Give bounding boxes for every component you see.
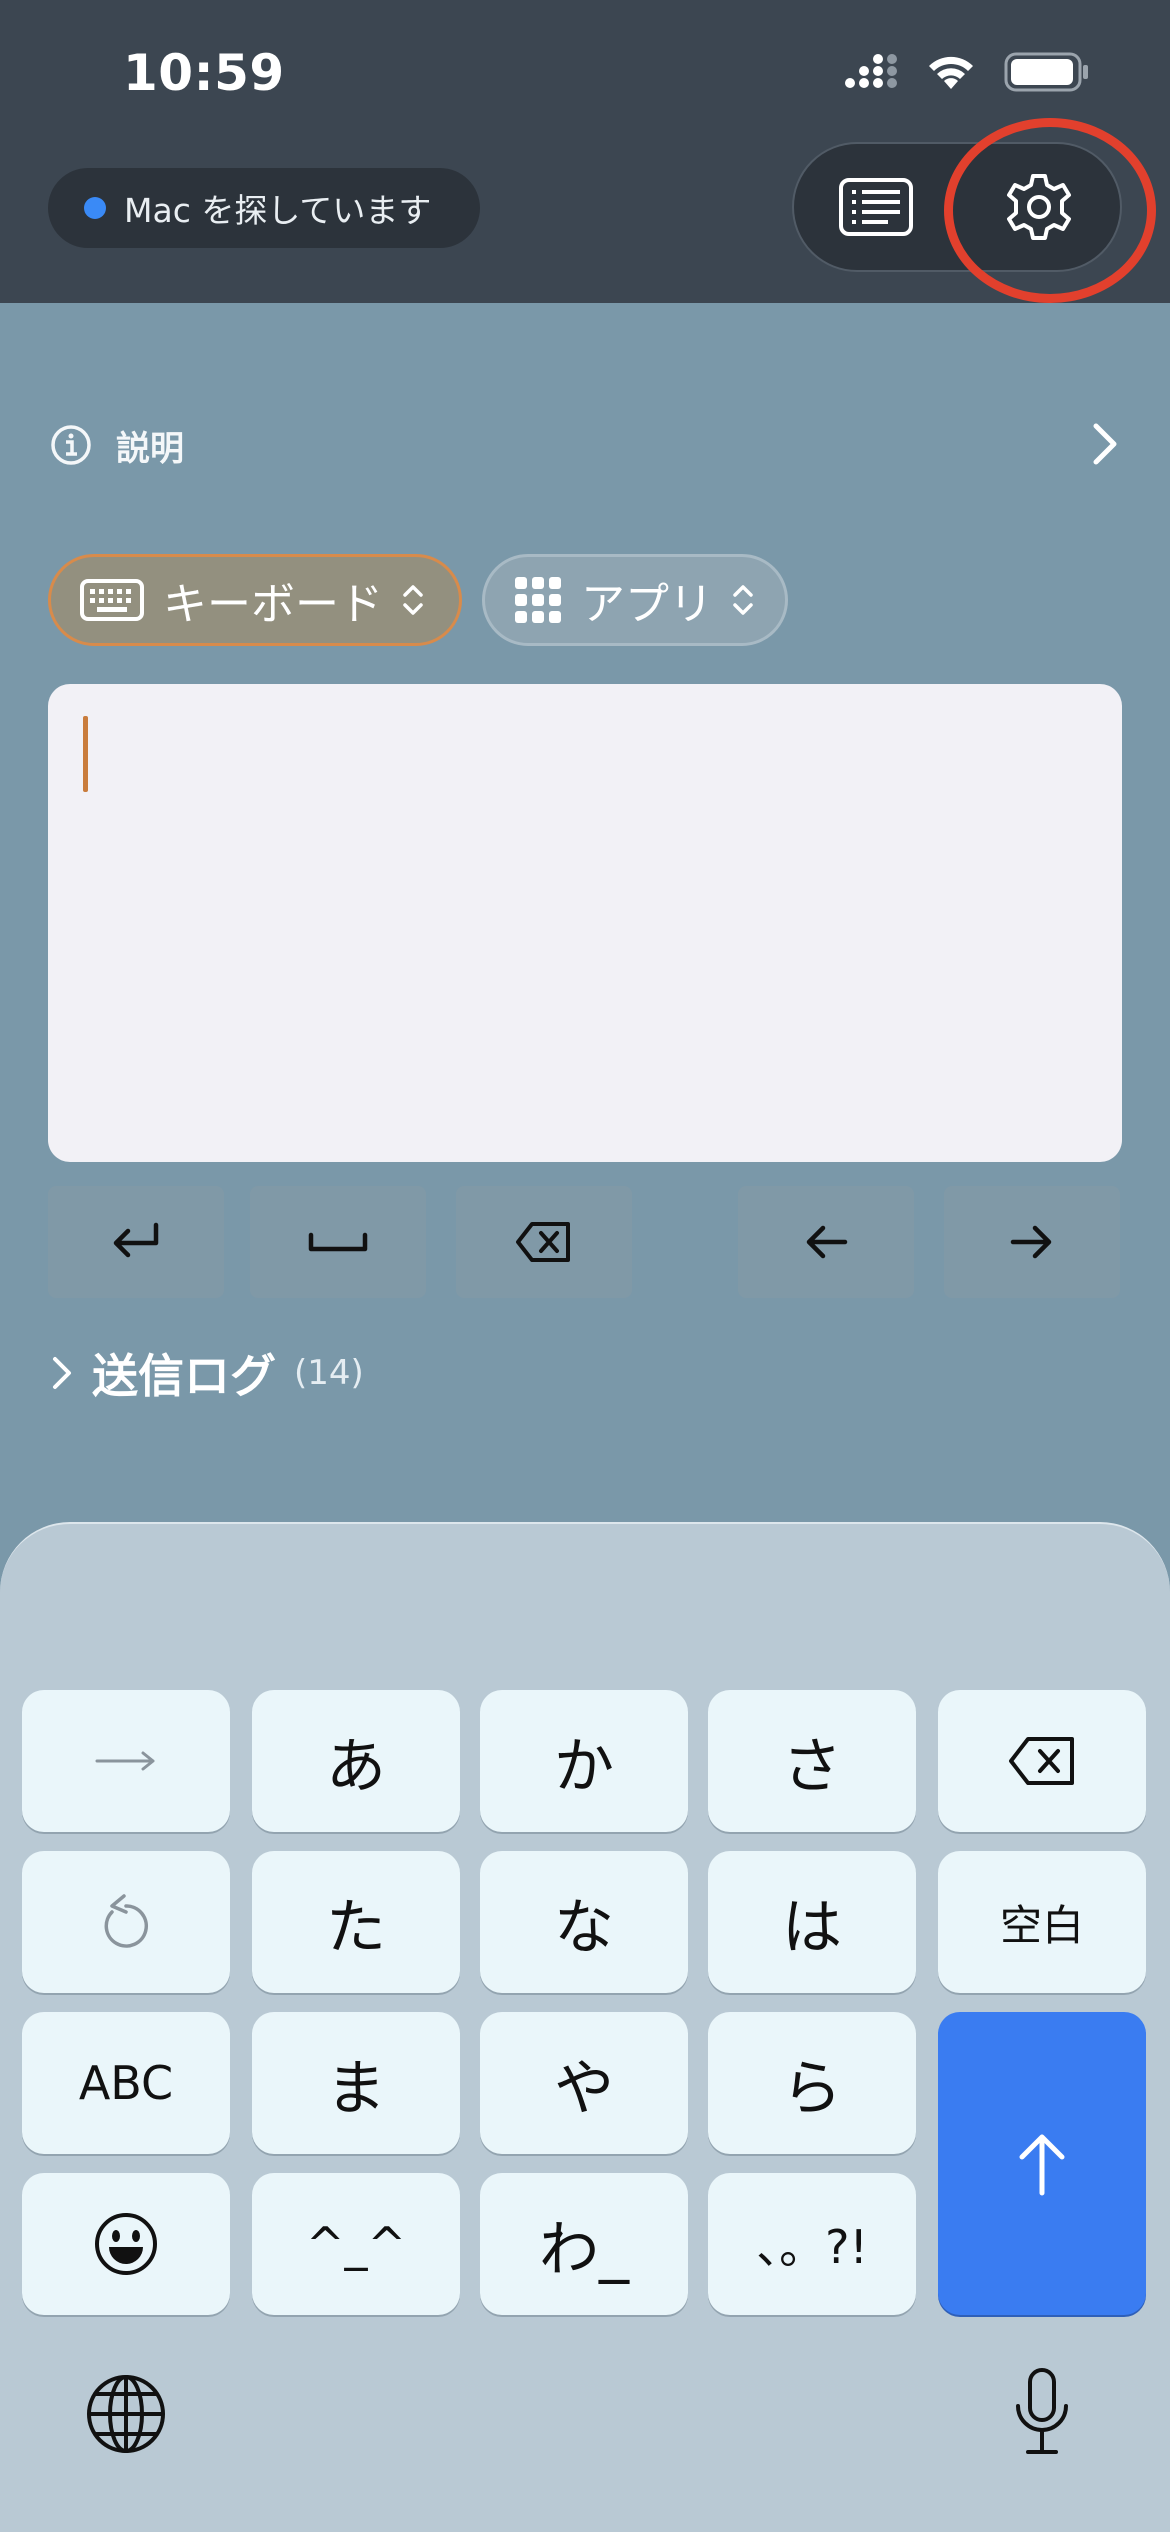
key-ya[interactable]: や: [480, 2012, 688, 2154]
key-space[interactable]: 空白: [938, 1851, 1146, 1993]
globe-icon[interactable]: [84, 2372, 168, 2456]
space-key-button[interactable]: [250, 1186, 426, 1298]
key-undo[interactable]: [22, 1851, 230, 1993]
arrow-right-icon: [95, 1751, 155, 1771]
arrow-right-icon: [1010, 1225, 1052, 1259]
send-log-count: (14): [294, 1353, 364, 1393]
key-ra[interactable]: ら: [708, 2012, 916, 2154]
key-send[interactable]: [938, 2012, 1146, 2315]
status-time: 10:59: [123, 44, 285, 102]
arrow-left-icon: [806, 1225, 848, 1259]
status-dot: [84, 197, 106, 219]
arrow-up-icon: [1019, 2134, 1065, 2195]
key-next-arrow[interactable]: [22, 1690, 230, 1832]
connection-status-pill: Mac を探しています: [48, 168, 480, 248]
send-log-label: 送信ログ: [92, 1349, 276, 1403]
chevron-updown-icon: [403, 585, 423, 615]
delete-icon: [1009, 1737, 1074, 1785]
status-icons: [844, 52, 1090, 92]
text-caret: [83, 716, 88, 792]
description-row[interactable]: 説明: [50, 410, 1120, 480]
chevron-right-icon: [1093, 423, 1117, 465]
delete-icon: [516, 1222, 570, 1262]
undo-icon: [104, 1894, 148, 1948]
highlight-annotation-circle: [944, 118, 1156, 303]
key-na[interactable]: な: [480, 1851, 688, 1993]
microphone-icon[interactable]: [1010, 2366, 1074, 2458]
app-mode-label: アプリ: [581, 579, 713, 630]
text-input-area[interactable]: [48, 684, 1122, 1162]
description-label: 説明: [116, 428, 184, 469]
keyboard-mode-selector[interactable]: キーボード: [48, 554, 462, 646]
keyboard-icon: [80, 579, 144, 621]
send-log-toggle[interactable]: 送信ログ (14): [50, 1340, 364, 1406]
arrow-right-button[interactable]: [944, 1186, 1120, 1298]
key-punctuation[interactable]: 、。?!: [708, 2173, 916, 2315]
arrow-left-button[interactable]: [738, 1186, 914, 1298]
software-keyboard: あ か さ た な は 空白 ABC ま や ら ^_^ わ_ 、。?!: [0, 1522, 1170, 2532]
key-backspace[interactable]: [938, 1690, 1146, 1832]
app-grid-icon: [515, 577, 561, 623]
chevron-updown-icon: [733, 585, 753, 615]
delete-key-button[interactable]: [456, 1186, 632, 1298]
connection-status-text: Mac を探しています: [124, 191, 432, 230]
key-kaomoji[interactable]: ^_^: [252, 2173, 460, 2315]
battery-icon: [1004, 52, 1088, 92]
key-emoji[interactable]: [22, 2173, 230, 2315]
app-mode-selector[interactable]: アプリ: [482, 554, 788, 646]
return-key-button[interactable]: [48, 1186, 224, 1298]
list-icon[interactable]: [838, 177, 914, 237]
key-ha[interactable]: は: [708, 1851, 916, 1993]
key-wa[interactable]: わ_: [480, 2173, 688, 2315]
keyboard-mode-label: キーボード: [163, 579, 383, 630]
info-icon: [51, 425, 91, 465]
key-a[interactable]: あ: [252, 1690, 460, 1832]
key-ma[interactable]: ま: [252, 2012, 460, 2154]
top-bar: 10:59 Mac を探しています: [0, 0, 1170, 303]
emoji-icon: [95, 2213, 157, 2275]
key-ta[interactable]: た: [252, 1851, 460, 1993]
space-icon: [308, 1232, 368, 1252]
wifi-icon: [929, 56, 973, 89]
return-icon: [113, 1222, 159, 1258]
key-sa[interactable]: さ: [708, 1690, 916, 1832]
chevron-right-icon: [53, 1357, 71, 1389]
key-ka[interactable]: か: [480, 1690, 688, 1832]
key-abc[interactable]: ABC: [22, 2012, 230, 2154]
cellular-signal-icon: [845, 54, 897, 88]
